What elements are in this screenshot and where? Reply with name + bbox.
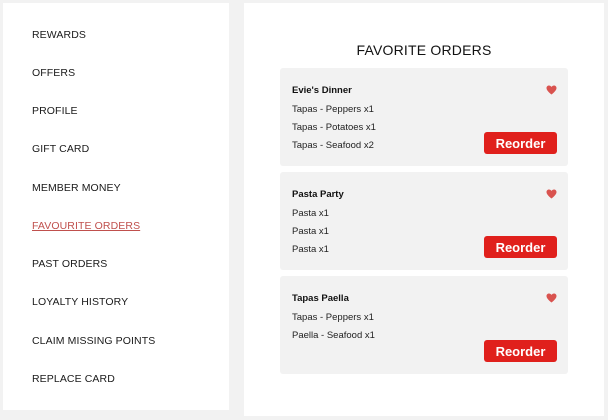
sidebar-item-past-orders[interactable]: PAST ORDERS [32,258,107,270]
order-item-line: Tapas - Peppers x1 [292,312,374,323]
order-item-line: Pasta x1 [292,208,329,219]
heart-icon[interactable] [546,189,557,199]
order-item-line: Tapas - Seafood x2 [292,140,374,151]
sidebar-item-replace-card[interactable]: REPLACE CARD [32,373,115,385]
order-item-line: Paella - Seafood x1 [292,330,375,341]
heart-icon[interactable] [546,293,557,303]
sidebar-item-member-money[interactable]: MEMBER MONEY [32,182,121,194]
page-title: FAVORITE ORDERS [356,42,492,58]
order-item-line: Tapas - Peppers x1 [292,104,374,115]
sidebar-item-gift-card[interactable]: GIFT CARD [32,143,89,155]
order-card: Tapas Paella Tapas - Peppers x1 Paella -… [280,276,568,374]
reorder-button[interactable]: Reorder [484,340,557,362]
sidebar-item-rewards[interactable]: REWARDS [32,29,86,41]
order-card: Evie's Dinner Tapas - Peppers x1 Tapas -… [280,68,568,166]
sidebar-item-loyalty-history[interactable]: LOYALTY HISTORY [32,296,128,308]
sidebar-item-offers[interactable]: OFFERS [32,67,75,79]
reorder-button[interactable]: Reorder [484,236,557,258]
sidebar-item-favourite-orders[interactable]: FAVOURITE ORDERS [32,220,140,232]
order-name: Tapas Paella [292,293,349,304]
order-item-line: Tapas - Potatoes x1 [292,122,376,133]
order-card: Pasta Party Pasta x1 Pasta x1 Pasta x1 R… [280,172,568,270]
sidebar-item-claim-missing-points[interactable]: CLAIM MISSING POINTS [32,335,155,347]
favorite-orders-panel: FAVORITE ORDERS Evie's Dinner Tapas - Pe… [244,3,604,416]
sidebar-item-profile[interactable]: PROFILE [32,105,78,117]
order-name: Evie's Dinner [292,85,352,96]
reorder-button[interactable]: Reorder [484,132,557,154]
heart-icon[interactable] [546,85,557,95]
order-item-line: Pasta x1 [292,244,329,255]
order-name: Pasta Party [292,189,344,200]
account-sidebar: REWARDS OFFERS PROFILE GIFT CARD MEMBER … [3,3,229,410]
order-item-line: Pasta x1 [292,226,329,237]
